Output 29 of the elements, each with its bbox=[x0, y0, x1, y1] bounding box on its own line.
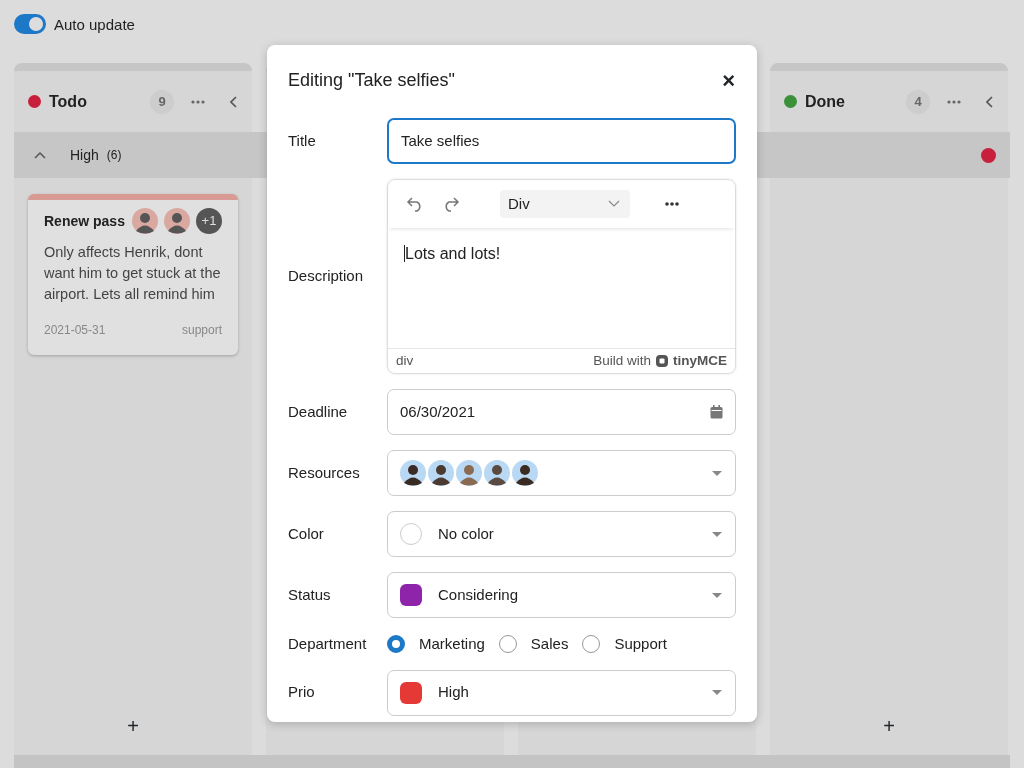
group-label: High bbox=[70, 145, 99, 165]
field-label: Status bbox=[288, 584, 332, 605]
toggle-label: Auto update bbox=[54, 15, 135, 35]
editor-text: Lots and lots! bbox=[404, 245, 501, 262]
more-avatars: +1 bbox=[196, 208, 222, 234]
field-label: Prio bbox=[288, 682, 316, 703]
element-path: div bbox=[396, 351, 414, 370]
select-value: Considering bbox=[438, 584, 520, 605]
brand-name: tinyMCE bbox=[673, 351, 727, 370]
date-value: 06/30/2021 bbox=[400, 401, 476, 422]
field-label: Department bbox=[288, 634, 368, 654]
field-label: Deadline bbox=[288, 401, 349, 422]
branding-text: Build with bbox=[593, 351, 651, 370]
field-label: Color bbox=[288, 523, 325, 544]
field-label: Title bbox=[288, 130, 317, 151]
select-value: High bbox=[438, 682, 470, 703]
card-tag: support bbox=[181, 321, 222, 339]
card-date: 2021-05-31 bbox=[44, 322, 106, 339]
card-title: Renew pass bbox=[44, 211, 126, 231]
column-title: Done bbox=[805, 91, 846, 112]
dialog-title: Editing "Take selfies" bbox=[288, 69, 455, 92]
group-count: (6) bbox=[106, 147, 123, 164]
field-label: Resources bbox=[288, 462, 361, 483]
card-description: Only affects Henrik, dont want him to get stuck at the airport. Lets all remind him bbox=[44, 243, 222, 304]
field-label: Description bbox=[288, 266, 365, 287]
count-badge: 4 bbox=[906, 89, 930, 114]
count-badge: 9 bbox=[150, 89, 174, 114]
column-title: Todo bbox=[49, 91, 88, 112]
select-value: No color bbox=[438, 523, 495, 544]
